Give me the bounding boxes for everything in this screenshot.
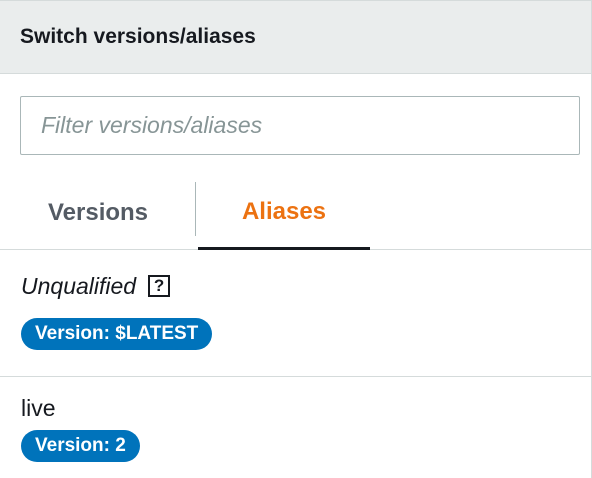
tab-aliases[interactable]: Aliases [198,176,370,250]
help-icon[interactable]: ? [148,275,171,297]
version-badge: Version: $LATEST [21,318,213,350]
version-alias-tabs: Versions Aliases [0,176,592,250]
switch-versions-aliases-panel: Switch versions/aliases Versions Aliases… [0,0,592,478]
tab-divider [195,182,196,236]
alias-name: Unqualified [21,272,137,299]
alias-name-row: Unqualified ? [21,270,592,302]
panel-title: Switch versions/aliases [20,25,256,48]
panel-header: Switch versions/aliases [0,0,591,74]
tab-aliases-label: Aliases [241,197,327,225]
filter-versions-aliases-input[interactable] [20,96,580,155]
alias-item-unqualified[interactable]: Unqualified ? Version: $LATEST [0,270,592,377]
tab-versions[interactable]: Versions [0,176,196,250]
alias-name: live [21,394,56,421]
alias-name-row: live [21,392,592,424]
filter-container [20,96,580,155]
tab-versions-label: Versions [47,199,149,226]
version-badge: Version: 2 [21,430,140,462]
alias-item-live[interactable]: live Version: 2 [0,378,592,478]
